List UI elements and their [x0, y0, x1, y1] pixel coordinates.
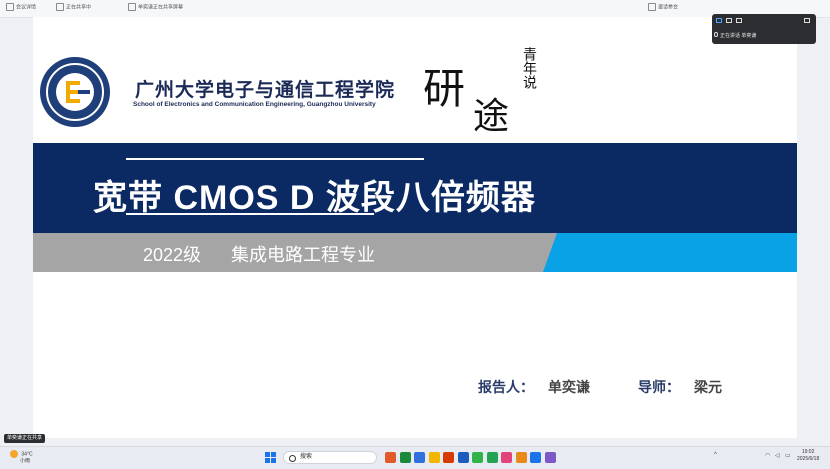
weather-icon — [10, 450, 18, 458]
panel-menu-icon[interactable] — [804, 18, 810, 23]
calligraphy-yan: 研 — [423, 64, 466, 113]
reporter-line: 报告人： 单奕谦 — [478, 377, 590, 397]
title-bottom-rule — [126, 213, 374, 215]
mic-icon — [714, 32, 718, 37]
taskbar-app-icon[interactable] — [544, 452, 556, 463]
meeting-top-bar: 会议详情 正在共享中 单奕谦正在共享屏幕 邀请参会 — [0, 0, 830, 18]
windows-taskbar: 34°C 小雨 搜索 ^ ◠ ◁ ▭ 19:02 2025/6/18 — [0, 446, 830, 469]
taskbar-app-icon[interactable] — [443, 452, 454, 463]
taskbar-app-icon[interactable] — [399, 452, 411, 463]
reporter-name: 单奕谦 — [548, 379, 590, 395]
sharer-label: 单奕谦正在共享屏幕 — [128, 3, 183, 11]
subtitle: 2022级 集成电路工程专业 — [143, 241, 405, 267]
invite-icon — [648, 3, 656, 11]
volume-icon[interactable]: ◁ — [775, 452, 780, 459]
screen-icon — [128, 3, 136, 11]
grid-view-icon[interactable] — [736, 18, 742, 23]
taskbar-search[interactable]: 搜索 — [283, 451, 377, 464]
speaking-status: 正在讲话 单奕谦 — [720, 33, 757, 39]
taskbar-app-icon[interactable] — [428, 452, 440, 463]
taskbar-app-icon[interactable] — [486, 452, 498, 463]
reporter-label: 报告人： — [478, 379, 534, 395]
meeting-info-button[interactable]: 会议详情 — [6, 3, 36, 11]
title-top-rule — [126, 158, 424, 160]
title-band: 宽带 CMOS D 波段八倍频器 — [33, 143, 797, 233]
share-indicator[interactable]: 单奕谦正在共享 — [4, 434, 46, 443]
grade-label: 2022级 — [143, 245, 202, 265]
school-name-en: School of Electronics and Communication … — [133, 101, 376, 108]
university-logo — [40, 57, 110, 127]
invite-button[interactable]: 邀请参会 — [648, 3, 678, 11]
taskbar-app-icon[interactable] — [457, 452, 469, 463]
gallery-view-icon[interactable] — [726, 18, 732, 23]
taskbar-app-icon[interactable] — [385, 452, 396, 463]
school-name-cn: 广州大学电子与通信工程学院 — [135, 79, 396, 101]
start-button[interactable] — [265, 452, 276, 463]
signal-icon — [56, 3, 64, 11]
taskbar-app-icon[interactable] — [414, 452, 425, 463]
clock[interactable]: 19:02 2025/6/18 — [797, 449, 819, 463]
speaker-view-icon[interactable] — [716, 18, 722, 23]
taskbar-app-icon[interactable] — [515, 452, 527, 463]
advisor-label: 导师： — [638, 379, 680, 395]
meeting-floating-panel[interactable]: 正在讲话 单奕谦 — [712, 14, 816, 44]
chevron-up-icon[interactable]: ^ — [714, 452, 717, 458]
search-icon — [289, 455, 296, 462]
subtitle-accent — [543, 233, 797, 272]
taskbar-app-icon[interactable] — [530, 452, 541, 463]
battery-icon[interactable]: ▭ — [785, 452, 791, 459]
calligraphy-qingnianshuo: 青年说 — [521, 47, 537, 89]
wifi-icon[interactable]: ◠ — [765, 452, 770, 459]
advisor-line: 导师： 梁元 — [638, 377, 722, 397]
calligraphy-tu: 途 — [473, 96, 510, 137]
major-label: 集成电路工程专业 — [231, 245, 376, 265]
presentation-slide: 广州大学电子与通信工程学院 School of Electronics and … — [33, 17, 797, 438]
taskbar-app-icon[interactable] — [472, 452, 483, 463]
sharing-status[interactable]: 正在共享中 — [56, 3, 91, 11]
slide-title: 宽带 CMOS D 波段八倍频器 — [93, 179, 536, 217]
advisor-name: 梁元 — [694, 379, 722, 395]
info-icon — [6, 3, 14, 11]
weather-widget[interactable]: 34°C 小雨 — [10, 450, 33, 464]
taskbar-app-icon[interactable] — [501, 452, 512, 463]
